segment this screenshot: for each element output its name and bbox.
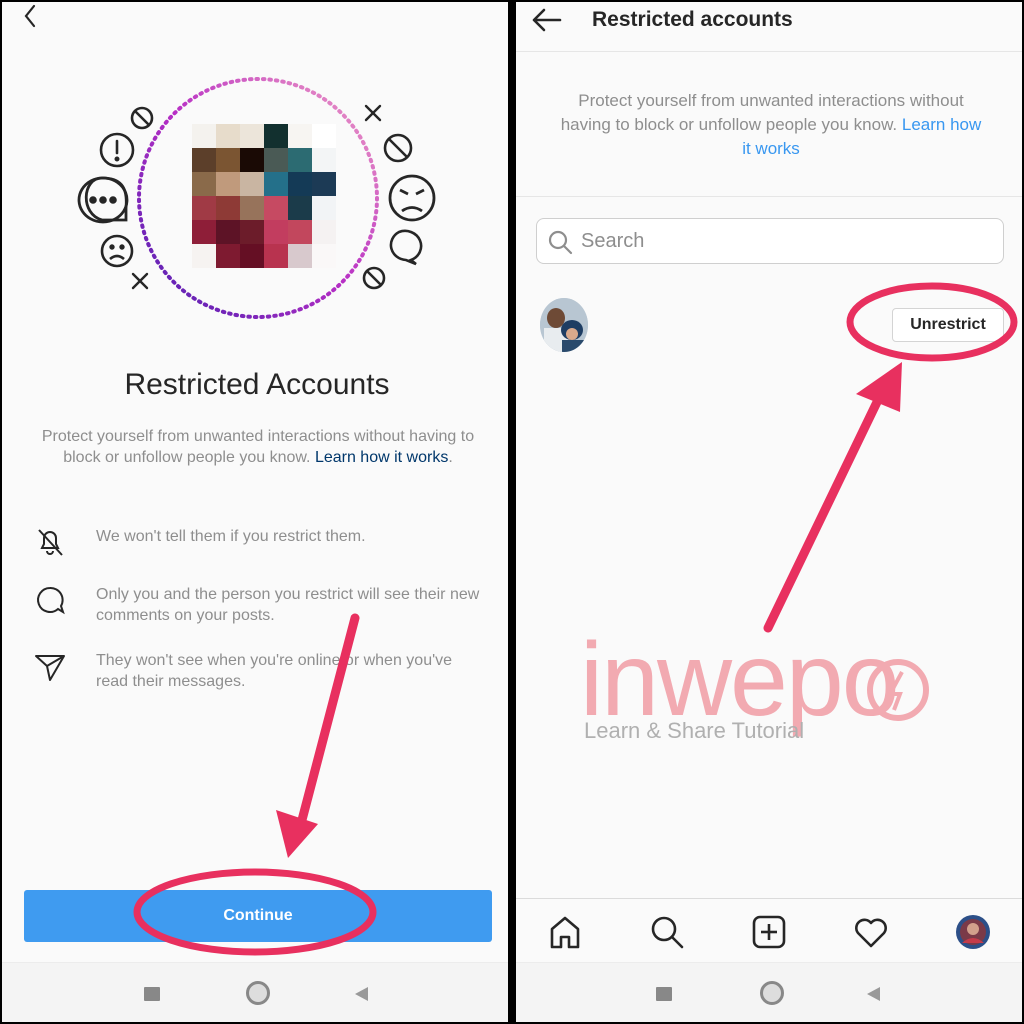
description-period: . bbox=[448, 449, 453, 466]
block-icon bbox=[383, 133, 413, 163]
avatar-pixel bbox=[312, 196, 336, 220]
new-post-icon[interactable] bbox=[750, 913, 788, 951]
back-system-button[interactable] bbox=[864, 985, 882, 1003]
avatar-pixel bbox=[264, 124, 288, 148]
learn-how-link[interactable]: Learn how it works bbox=[315, 449, 448, 466]
chat-dots-icon bbox=[77, 176, 129, 224]
avatar-pixel bbox=[192, 124, 216, 148]
header: Restricted accounts bbox=[516, 2, 1022, 52]
avatar-pixel bbox=[216, 172, 240, 196]
sad-face-icon bbox=[100, 234, 134, 268]
avatar-pixel bbox=[192, 148, 216, 172]
avatar-pixel bbox=[216, 244, 240, 268]
avatar-pixel bbox=[312, 124, 336, 148]
system-nav-bar bbox=[2, 962, 508, 1022]
avatar-pixel bbox=[264, 196, 288, 220]
avatar-pixel bbox=[312, 244, 336, 268]
avatar-pixel bbox=[240, 244, 264, 268]
avatar-pixel bbox=[312, 220, 336, 244]
avatar-pixel bbox=[240, 148, 264, 172]
back-system-button[interactable] bbox=[352, 985, 370, 1003]
avatar-pixel bbox=[240, 172, 264, 196]
avatar-pixel bbox=[240, 196, 264, 220]
avatar-pixel bbox=[216, 148, 240, 172]
watermark-brand: inwepo bbox=[580, 622, 900, 738]
avatar-pixel bbox=[192, 172, 216, 196]
feature-text: They won't see when you're online or whe… bbox=[96, 652, 453, 690]
page-title: Restricted accounts bbox=[592, 8, 793, 31]
bell-off-icon bbox=[38, 529, 63, 556]
avatar-pixel bbox=[192, 220, 216, 244]
avatar-pixel bbox=[288, 148, 312, 172]
avatar-pixel bbox=[288, 196, 312, 220]
blurred-profile-avatar bbox=[192, 124, 336, 268]
system-nav-bar bbox=[516, 962, 1022, 1022]
continue-button[interactable]: Continue bbox=[24, 890, 492, 942]
restricted-account-avatar[interactable] bbox=[540, 298, 588, 352]
feature-text: Only you and the person you restrict wil… bbox=[96, 586, 480, 624]
speech-bubble-icon bbox=[389, 229, 423, 266]
feature-item: Only you and the person you restrict wil… bbox=[32, 582, 482, 626]
watermark-tagline: Learn & Share Tutorial bbox=[584, 718, 805, 743]
search-icon bbox=[548, 230, 573, 255]
feature-item: They won't see when you're online or whe… bbox=[32, 648, 482, 692]
avatar-pixel bbox=[240, 124, 264, 148]
avatar-pixel bbox=[288, 220, 312, 244]
avatar-pixel bbox=[216, 124, 240, 148]
restricted-accounts-screen: Restricted accounts Protect yourself fro… bbox=[514, 0, 1024, 1024]
avatar-pixel bbox=[264, 172, 288, 196]
search-field[interactable] bbox=[536, 218, 1004, 264]
paper-plane-icon bbox=[35, 655, 65, 681]
unrestrict-button[interactable]: Unrestrict bbox=[892, 308, 1004, 342]
avatar-pixel bbox=[264, 148, 288, 172]
search-input[interactable] bbox=[581, 227, 981, 255]
feature-item: We won't tell them if you restrict them. bbox=[32, 524, 482, 560]
avatar-pixel bbox=[312, 148, 336, 172]
alert-bubble-icon bbox=[99, 132, 135, 168]
page-title: Restricted Accounts bbox=[124, 368, 390, 401]
avatar-pixel bbox=[288, 172, 312, 196]
divider bbox=[516, 196, 1022, 197]
avatar-pixel bbox=[192, 244, 216, 268]
avatar-pixel bbox=[288, 244, 312, 268]
avatar-pixel bbox=[312, 172, 336, 196]
avatar-pixel bbox=[240, 220, 264, 244]
feature-text: We won't tell them if you restrict them. bbox=[96, 528, 366, 545]
avatar-pixel bbox=[264, 244, 288, 268]
block-icon bbox=[362, 266, 386, 290]
avatar-pixel bbox=[264, 220, 288, 244]
heart-icon[interactable] bbox=[852, 913, 890, 951]
comment-bubble-icon bbox=[37, 586, 65, 615]
angry-face-icon bbox=[388, 174, 436, 222]
search-icon[interactable] bbox=[648, 913, 686, 951]
avatar-pixel bbox=[216, 196, 240, 220]
bottom-tab-bar bbox=[516, 898, 1022, 964]
block-icon bbox=[130, 106, 154, 130]
home-system-button[interactable] bbox=[246, 981, 270, 1005]
recents-button[interactable] bbox=[656, 987, 672, 1001]
avatar-pixel bbox=[192, 196, 216, 220]
profile-avatar[interactable] bbox=[954, 913, 992, 951]
restrict-intro-screen: Restricted Accounts Protect yourself fro… bbox=[0, 0, 510, 1024]
home-system-button[interactable] bbox=[760, 981, 784, 1005]
home-icon[interactable] bbox=[546, 913, 584, 951]
back-arrow-icon[interactable] bbox=[530, 6, 564, 34]
avatar-pixel bbox=[216, 220, 240, 244]
intro-description: Protect yourself from unwanted interacti… bbox=[32, 426, 484, 468]
avatar-pixel bbox=[288, 124, 312, 148]
restricted-description: Protect yourself from unwanted interacti… bbox=[556, 89, 986, 161]
watermark: inwepo Learn & Share Tutorial bbox=[580, 622, 900, 743]
recents-button[interactable] bbox=[144, 987, 160, 1001]
